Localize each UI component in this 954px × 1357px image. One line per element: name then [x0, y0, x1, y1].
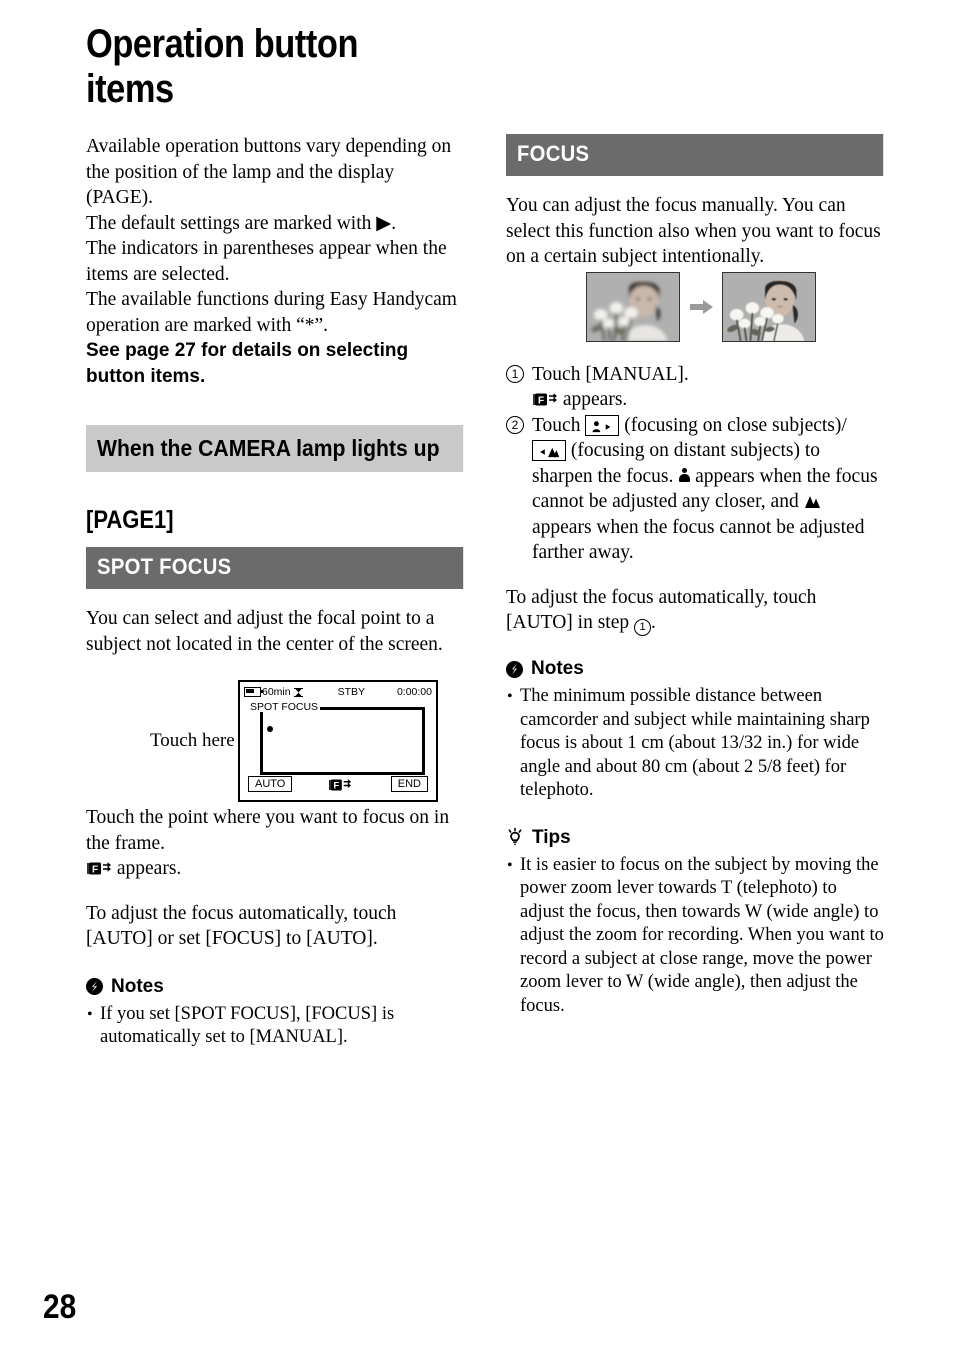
focus-steps: 1 Touch [MANUAL].	[506, 362, 884, 388]
person-icon	[678, 467, 690, 484]
spot-focus-auto-note: To adjust the focus automatically, touch…	[86, 902, 397, 950]
focus-near-button-icon[interactable]	[585, 414, 620, 436]
note-icon	[86, 978, 103, 995]
intro-paragraph: Available operation buttons vary dependi…	[86, 136, 457, 336]
spot-focus-instruction-text: Touch the point where you want to focus …	[86, 807, 450, 854]
focus-auto-note-period: .	[651, 612, 656, 633]
out-of-focus-photo	[586, 272, 680, 342]
step-text-a: Touch	[532, 414, 581, 436]
tips-title: Tips	[532, 826, 571, 848]
focus-auto-note-text: To adjust the focus automatically, touch…	[506, 586, 817, 634]
list-item: It is easier to focus on the subject by …	[506, 854, 884, 1019]
touch-here-callout: Touch here	[150, 730, 235, 751]
spot-focus-diagram: Touch here 60min STBY 0:00:00 SPOT FOCUS	[150, 680, 470, 810]
notes-list-right: The minimum possible distance between ca…	[506, 685, 884, 803]
lightbulb-icon	[506, 827, 524, 848]
subsection-heading-spot-focus: SPOT FOCUS	[86, 547, 464, 589]
page-title: Operation button items	[86, 22, 359, 111]
in-focus-photo	[722, 272, 816, 342]
focus-frame-bottom	[260, 772, 425, 775]
manual-focus-icon-lcd[interactable]: F	[328, 778, 352, 797]
focus-steps-2: 2 Touch (focusing on close subjects)/ (f…	[506, 413, 884, 566]
battery-time: 60min	[262, 686, 291, 698]
svg-text:F: F	[333, 781, 339, 791]
end-button[interactable]: END	[390, 776, 428, 792]
page1-label: [PAGE1]	[86, 506, 174, 534]
tips-list: It is easier to focus on the subject by …	[506, 854, 884, 1019]
focus-far-button-icon[interactable]	[532, 440, 566, 461]
step-2: 2 Touch (focusing on close subjects)/ (f…	[506, 413, 884, 566]
auto-button[interactable]: AUTO	[248, 776, 293, 792]
step-number: 1	[506, 364, 524, 383]
spot-focus-instruction: Touch the point where you want to focus …	[86, 805, 464, 882]
appears-text: appears.	[562, 389, 628, 410]
page-number: 28	[43, 1288, 77, 1326]
list-item: If you set [SPOT FOCUS], [FOCUS] is auto…	[86, 1003, 464, 1050]
step-1: 1 Touch [MANUAL].	[506, 362, 884, 388]
notes-list-left: If you set [SPOT FOCUS], [FOCUS] is auto…	[86, 1003, 464, 1050]
step-text-b: (focusing on close subjects)/	[624, 414, 847, 436]
see-page-note: See page 27 for details on selecting but…	[86, 340, 409, 387]
touch-point-dot[interactable]	[267, 726, 273, 732]
lcd-screen-mockup: 60min STBY 0:00:00 SPOT FOCUS AUTO F END	[238, 680, 438, 802]
appears-text: appears.	[116, 858, 182, 879]
focus-auto-note: To adjust the focus automatically, touch…	[506, 585, 884, 636]
svg-text:F: F	[538, 396, 544, 407]
svg-text:F: F	[92, 865, 98, 876]
left-column: Available operation buttons vary dependi…	[86, 134, 464, 1050]
battery-icon	[244, 687, 263, 697]
list-item: The minimum possible distance between ca…	[506, 685, 884, 803]
notes-title: Notes	[531, 658, 584, 679]
notes-heading-right: Notes	[506, 658, 884, 680]
timecode: 0:00:00	[396, 686, 432, 698]
step-text: Touch [MANUAL].	[532, 363, 689, 385]
tips-heading: Tips	[506, 827, 884, 849]
focus-comparison-photos	[586, 272, 816, 344]
focus-frame-left	[260, 712, 263, 775]
note-icon	[506, 660, 523, 678]
mountain-icon	[804, 491, 821, 508]
manual-focus-icon: F	[86, 858, 112, 876]
section-heading-camera-lamp: When the CAMERA lamp lights up	[86, 425, 464, 472]
notes-title: Notes	[111, 975, 164, 997]
step-number: 2	[506, 415, 524, 434]
lcd-button-row: AUTO F END	[240, 776, 436, 798]
lcd-status-bar: 60min STBY 0:00:00	[244, 684, 432, 700]
focus-frame-top	[320, 707, 425, 710]
step-text-e: appears when the focus cannot be adjuste…	[532, 516, 865, 564]
arrow-right-icon	[690, 299, 714, 315]
manual-focus-icon: F	[532, 389, 558, 407]
focus-frame-right	[422, 707, 425, 775]
subsection-heading-focus: FOCUS	[506, 134, 884, 176]
document-page: Operation button items Available operati…	[0, 0, 954, 1357]
spot-focus-description: You can select and adjust the focal poin…	[86, 608, 443, 655]
notes-heading-left: Notes	[86, 976, 464, 998]
recording-status: STBY	[337, 686, 365, 698]
step-number-inline: 1	[634, 619, 651, 636]
step-1-sub: F appears.	[506, 387, 884, 413]
right-column: FOCUS You can adjust the focus manually.…	[506, 134, 884, 1018]
focus-description: You can adjust the focus manually. You c…	[506, 195, 881, 267]
tape-icon	[293, 687, 304, 698]
